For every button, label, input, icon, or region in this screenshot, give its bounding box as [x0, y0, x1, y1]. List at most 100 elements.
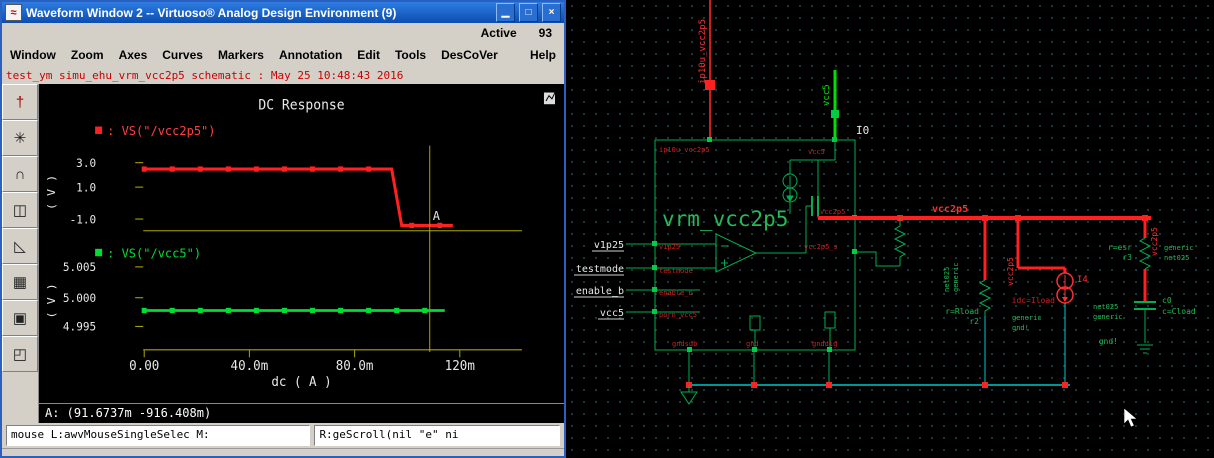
schematic-label: ip10u_vcc2p5 — [659, 146, 710, 154]
menubar: Window Zoom Axes Curves Markers Annotati… — [2, 43, 564, 66]
vcc5-supply-branch[interactable] — [831, 70, 839, 138]
schematic-label: I0 — [856, 124, 869, 137]
maximize-button[interactable]: □ — [519, 3, 538, 22]
schematic-label: v1p25 — [659, 243, 680, 251]
magnet-icon[interactable]: ∩ — [2, 156, 38, 192]
close-button[interactable]: × — [542, 3, 561, 22]
schematic-label: generic — [1164, 244, 1194, 252]
status-bar: mouse L:awvMouseSingleSelec M: R:geScrol… — [2, 423, 564, 448]
x-tick: 120m — [445, 359, 475, 374]
y1-axis-ticks — [135, 162, 522, 232]
y2-tick: 4.995 — [63, 319, 96, 333]
schematic-label: testmode — [576, 264, 624, 275]
input-net-stubs[interactable] — [626, 243, 652, 313]
y2-axis-ticks — [135, 266, 144, 327]
schematic-label: r2 — [969, 317, 979, 326]
marker-a-label: A — [433, 208, 441, 223]
sense-resistor[interactable] — [893, 218, 907, 266]
y1-axis-label: ( V ) — [44, 175, 58, 210]
plot-area[interactable]: DC Response : VS("/vcc2p5") 3.0 1.0 -1.0 — [39, 84, 564, 403]
legend2-swatch — [95, 248, 103, 257]
titlebar[interactable]: ≈ Waveform Window 2 -- Virtuoso® Analog … — [2, 2, 564, 23]
schematic-label: enable_b — [659, 289, 693, 297]
y2-tick: 5.005 — [63, 260, 96, 274]
schematic-label: vcc2p5 — [820, 208, 845, 216]
y1-tick: -1.0 — [70, 212, 97, 226]
trace-vcc2p5[interactable] — [144, 167, 453, 228]
waveform-plot[interactable]: DC Response : VS("/vcc2p5") 3.0 1.0 -1.0 — [39, 84, 564, 403]
schematic-label: ip10u_vcc2p5 — [698, 19, 708, 84]
legend1-label: : VS("/vcc2p5") — [107, 123, 215, 138]
y1-tick: 3.0 — [76, 156, 96, 170]
schematic-label: net025 — [1093, 303, 1118, 311]
schematic-label: r3 — [1122, 253, 1132, 262]
plot-corner-icon[interactable] — [543, 92, 556, 105]
window-resize-edge[interactable] — [2, 448, 564, 456]
schematic-label: porn_vcc5 — [659, 311, 697, 319]
schematic-label: c0 — [1162, 296, 1172, 305]
menu-markers[interactable]: Markers — [218, 48, 264, 62]
schematic-label: net025 — [943, 267, 951, 292]
schematic-label: r=esr — [1108, 243, 1132, 252]
x-axis-label: dc ( A ) — [271, 375, 331, 390]
schematic-label: r=Rload — [945, 307, 979, 316]
load-resistor-r2[interactable] — [978, 279, 992, 382]
legend1-swatch — [95, 126, 103, 134]
active-row: Active 93 — [2, 23, 564, 43]
mouse-bindings-field: mouse L:awvMouseSingleSelec M: — [6, 425, 311, 446]
snowflake-icon[interactable]: ✳ — [2, 120, 38, 156]
menu-tools[interactable]: Tools — [395, 48, 426, 62]
schematic-label: idc=Iload — [1012, 296, 1056, 305]
schematic-canvas[interactable]: ip10u_vcc2p5 vcc5 I0 ip10u_vcc2p5 vcc5 vrm_vc… — [566, 0, 1214, 458]
strip-mode-icon[interactable]: ◫ — [2, 192, 38, 228]
window-title: Waveform Window 2 -- Virtuoso® Analog De… — [26, 5, 397, 20]
schematic-label: net025 — [1164, 254, 1189, 262]
window-menu-icon[interactable]: ≈ — [5, 4, 22, 21]
schematic-label: generic — [1093, 313, 1123, 321]
menu-zoom[interactable]: Zoom — [71, 48, 104, 62]
copy-window-icon[interactable]: ▣ — [2, 300, 38, 336]
active-count: 93 — [538, 26, 552, 40]
schematic-label: vcc2p5_s — [804, 243, 838, 251]
vcc2p5-net[interactable] — [818, 216, 1151, 302]
marker-readout: A: (91.6737m -916.408m) — [39, 403, 564, 423]
schematic-label: gndsub — [672, 340, 697, 348]
opamp-symbol[interactable] — [715, 233, 758, 273]
menu-annotation[interactable]: Annotation — [279, 48, 342, 62]
calculator-icon[interactable]: ▦ — [2, 264, 38, 300]
schematic-label: c=Cload — [1162, 307, 1196, 316]
schematic-label: I4 — [1077, 275, 1088, 285]
design-banner: test_ym simu_ehu_vrm_vcc2p5 schematic : … — [6, 68, 404, 82]
x-tick: 0.00 — [129, 359, 159, 374]
screen: ≈ Waveform Window 2 -- Virtuoso® Analog … — [0, 0, 1214, 458]
schematic-label: enable_b — [576, 286, 624, 297]
menu-descover[interactable]: DesCoVer — [441, 48, 498, 62]
slope-marker-icon[interactable]: ◺ — [2, 228, 38, 264]
menu-help[interactable]: Help — [530, 48, 556, 62]
schematic-label: vcc2p5 — [1150, 227, 1159, 256]
y1-tick: 1.0 — [76, 180, 96, 194]
menu-curves[interactable]: Curves — [162, 48, 203, 62]
schematic-label: gnddig — [812, 340, 837, 348]
erase-icon[interactable]: ◰ — [2, 336, 38, 372]
schematic-label: vcc2p5 — [1006, 257, 1015, 286]
x-tick: 80.0m — [336, 359, 374, 374]
y2-tick: 5.000 — [63, 291, 96, 305]
ground-rail[interactable] — [688, 352, 1070, 386]
minimize-button[interactable]: ▁ — [496, 3, 515, 22]
schematic-label: vcc2p5 — [932, 204, 968, 215]
schematic-label: gnd — [746, 340, 759, 348]
schematic-label: generic — [1012, 314, 1042, 322]
ground-symbol[interactable] — [680, 385, 698, 405]
x-axis — [143, 349, 522, 358]
y2-axis-label: ( V ) — [44, 283, 58, 318]
left-toolbar: † ✳ ∩ ◫ ◺ ▦ ▣ ◰ — [2, 84, 39, 423]
probe-icon[interactable]: † — [2, 84, 38, 120]
menu-edit[interactable]: Edit — [357, 48, 380, 62]
schematic-label: generic — [952, 262, 960, 292]
menu-axes[interactable]: Axes — [119, 48, 148, 62]
load-current-source-i4[interactable] — [1056, 272, 1074, 382]
schematic-window[interactable]: ip10u_vcc2p5 vcc5 I0 ip10u_vcc2p5 vcc5 vrm_vc… — [566, 0, 1214, 458]
menu-window[interactable]: Window — [10, 48, 56, 62]
mouse-cursor — [1123, 407, 1138, 428]
